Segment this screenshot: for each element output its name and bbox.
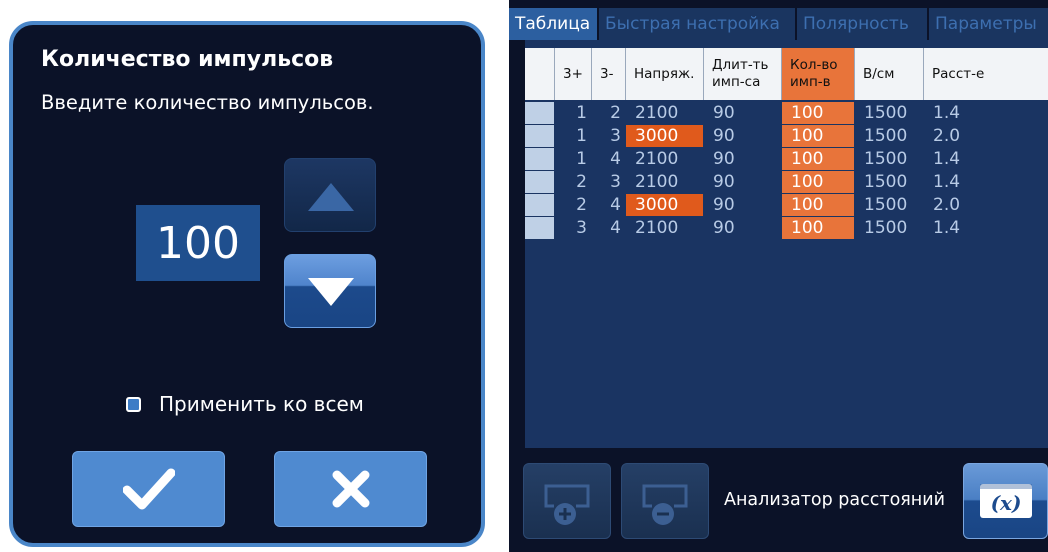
table-row[interactable]: 1 3 3000 90 100 1500 2.0 — [525, 125, 1048, 147]
table-row[interactable]: 2 4 3000 90 100 1500 2.0 — [525, 194, 1048, 216]
distance-cell[interactable]: 2.0 — [924, 125, 1048, 147]
tab-quick-setup[interactable]: Быстрая настройка — [599, 8, 795, 40]
triangle-down-icon — [308, 278, 354, 306]
minus-cell: 2 — [592, 102, 626, 124]
pulse-count-value[interactable]: 100 — [136, 205, 260, 281]
header-voltage: Напряж. — [626, 48, 704, 100]
triangle-up-icon — [308, 183, 354, 211]
count-cell[interactable]: 100 — [782, 217, 855, 239]
checkmark-icon — [122, 468, 175, 510]
header-select — [525, 48, 555, 100]
plus-cell: 2 — [555, 194, 592, 216]
minus-cell: 3 — [592, 125, 626, 147]
apply-to-all-label: Применить ко всем — [159, 392, 364, 416]
distance-cell[interactable]: 1.4 — [924, 102, 1048, 124]
pulse-count-dialog: Количество импульсов Введите количество … — [9, 21, 485, 547]
vcm-cell[interactable]: 1500 — [855, 217, 924, 239]
header-v-per-cm: В/см — [855, 48, 924, 100]
voltage-cell[interactable]: 2100 — [626, 148, 704, 170]
remove-row-icon — [642, 484, 688, 525]
header-pulse-duration: Длит-ть имп-са — [704, 48, 782, 100]
header-plus: 3+ — [555, 48, 592, 100]
plus-cell: 3 — [555, 217, 592, 239]
vcm-cell[interactable]: 1500 — [855, 102, 924, 124]
header-pulse-count: Кол-во имп-в — [782, 48, 855, 100]
close-icon — [332, 470, 369, 508]
table-row[interactable]: 2 3 2100 90 100 1500 1.4 — [525, 171, 1048, 193]
tab-parameters[interactable]: Параметры — [929, 8, 1048, 40]
svg-text:(x): (x) — [991, 491, 1022, 515]
duration-cell[interactable]: 90 — [704, 217, 782, 239]
plus-cell: 1 — [555, 125, 592, 147]
increment-button[interactable] — [284, 158, 376, 232]
apply-to-all-option[interactable]: Применить ко всем — [126, 392, 364, 416]
formula-x-icon: (x) — [980, 484, 1032, 518]
dialog-instructions: Введите количество импульсов. — [41, 91, 374, 114]
header-minus: 3- — [592, 48, 626, 100]
remove-row-button[interactable] — [621, 463, 709, 539]
row-select-cell[interactable] — [525, 148, 555, 170]
plus-cell: 1 — [555, 102, 592, 124]
decrement-button[interactable] — [284, 254, 376, 328]
voltage-cell[interactable]: 2100 — [626, 171, 704, 193]
distance-cell[interactable]: 1.4 — [924, 217, 1048, 239]
count-cell[interactable]: 100 — [782, 171, 855, 193]
tab-polarity[interactable]: Полярность — [797, 8, 927, 40]
row-select-cell[interactable] — [525, 217, 555, 239]
row-select-cell[interactable] — [525, 102, 555, 124]
duration-cell[interactable]: 90 — [704, 194, 782, 216]
minus-cell: 4 — [592, 194, 626, 216]
plus-cell: 2 — [555, 171, 592, 193]
distance-cell[interactable]: 1.4 — [924, 171, 1048, 193]
vcm-cell[interactable]: 1500 — [855, 148, 924, 170]
table-row[interactable]: 3 4 2100 90 100 1500 1.4 — [525, 217, 1048, 239]
confirm-button[interactable] — [72, 451, 225, 527]
minus-cell: 3 — [592, 171, 626, 193]
minus-cell: 4 — [592, 148, 626, 170]
voltage-cell[interactable]: 3000 — [626, 125, 704, 147]
table-row[interactable]: 1 4 2100 90 100 1500 1.4 — [525, 148, 1048, 170]
plus-cell: 1 — [555, 148, 592, 170]
pulse-table: 3+ 3- Напряж. Длит-ть имп-са Кол-во имп-… — [525, 40, 1048, 448]
add-row-button[interactable] — [523, 463, 611, 539]
dialog-title: Количество импульсов — [41, 47, 334, 72]
table-row[interactable]: 1 2 2100 90 100 1500 1.4 — [525, 102, 1048, 124]
count-cell[interactable]: 100 — [782, 148, 855, 170]
treatment-plan-panel: Таблица Быстрая настройка Полярность Пар… — [509, 0, 1048, 552]
header-distance: Расст-е — [932, 65, 985, 82]
tab-table[interactable]: Таблица — [509, 8, 597, 40]
distance-cell[interactable]: 2.0 — [924, 194, 1048, 216]
duration-cell[interactable]: 90 — [704, 148, 782, 170]
count-cell[interactable]: 100 — [782, 194, 855, 216]
cancel-button[interactable] — [274, 451, 427, 527]
distance-cell[interactable]: 1.4 — [924, 148, 1048, 170]
duration-cell[interactable]: 90 — [704, 125, 782, 147]
tab-bar: Таблица Быстрая настройка Полярность Пар… — [509, 8, 1048, 40]
vcm-cell[interactable]: 1500 — [855, 194, 924, 216]
minus-cell: 4 — [592, 217, 626, 239]
duration-cell[interactable]: 90 — [704, 171, 782, 193]
voltage-cell[interactable]: 2100 — [626, 102, 704, 124]
voltage-cell[interactable]: 2100 — [626, 217, 704, 239]
distance-analyzer-button[interactable]: (x) — [963, 463, 1048, 539]
table-header: 3+ 3- Напряж. Длит-ть имп-са Кол-во имп-… — [525, 48, 1048, 100]
count-cell[interactable]: 100 — [782, 125, 855, 147]
duration-cell[interactable]: 90 — [704, 102, 782, 124]
voltage-cell[interactable]: 3000 — [626, 194, 704, 216]
apply-to-all-checkbox[interactable] — [126, 396, 141, 412]
row-select-cell[interactable] — [525, 125, 555, 147]
row-select-cell[interactable] — [525, 194, 555, 216]
distance-analyzer-label: Анализатор расстояний — [724, 490, 945, 510]
count-cell[interactable]: 100 — [782, 102, 855, 124]
row-select-cell[interactable] — [525, 171, 555, 193]
add-row-icon — [544, 484, 590, 525]
vcm-cell[interactable]: 1500 — [855, 125, 924, 147]
vcm-cell[interactable]: 1500 — [855, 171, 924, 193]
